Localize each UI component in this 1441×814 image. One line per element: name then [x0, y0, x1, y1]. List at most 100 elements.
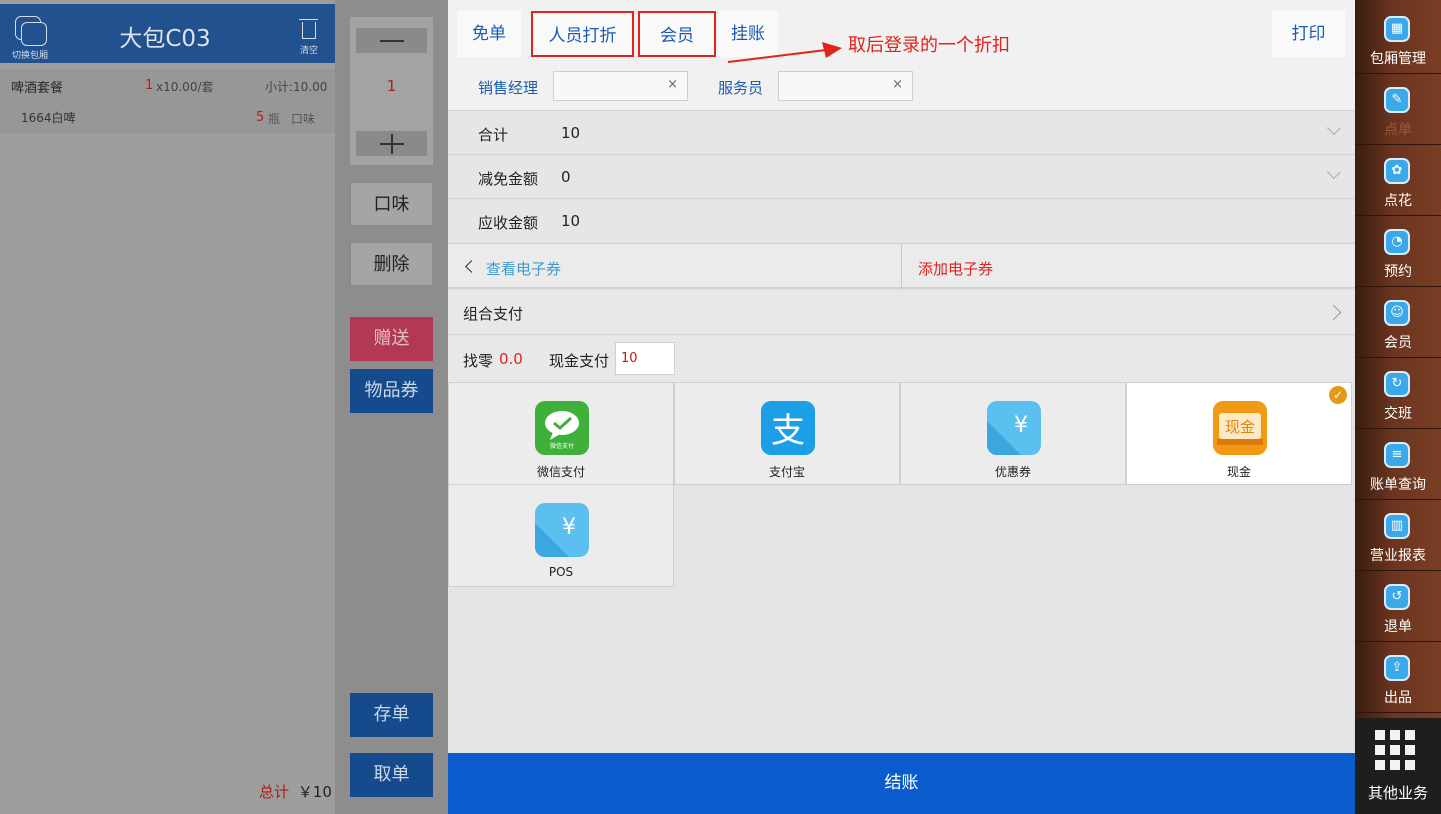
dialog-toolbar: 免单 人员打折 会员 挂账 打印 取后登录的一个折扣 销售经理 × 服务员 ×	[448, 0, 1355, 110]
take-order-button[interactable]: 取单	[350, 753, 433, 797]
order-item-name: 啤酒套餐	[11, 81, 64, 96]
pay-wechat-tile[interactable]: 微信支付 微信支付	[448, 382, 674, 485]
combined-pay-row[interactable]: 组合支付	[448, 291, 1355, 335]
clear-sales-manager-icon[interactable]: ×	[667, 77, 678, 92]
print-button[interactable]: 打印	[1272, 11, 1345, 57]
apps-grid-icon	[1375, 730, 1415, 770]
sidebar-item-shift[interactable]: ↻ 交班	[1355, 359, 1441, 429]
sidebar-item-dispatch[interactable]: ⇪ 出品	[1355, 643, 1441, 713]
sidebar-item-label: 点花	[1384, 193, 1412, 209]
pos-icon-text: ¥	[562, 515, 576, 540]
pay-pos-label: POS	[548, 565, 574, 579]
order-item-row[interactable]: 啤酒套餐 1 x10.00/套 小计:10.00	[0, 69, 335, 101]
checkout-button[interactable]: 结账	[448, 753, 1355, 814]
sidebar-item-label: 交班	[1384, 406, 1412, 422]
sidebar-item-room-management[interactable]: ▦ 包厢管理	[1355, 4, 1441, 74]
delete-button[interactable]: 删除	[350, 242, 433, 286]
discount-value: 0	[561, 168, 571, 186]
pay-coupon-label: 优惠券	[994, 465, 1031, 479]
sidebar-item-refund[interactable]: ↺ 退单	[1355, 572, 1441, 642]
order-total-label: 总计	[259, 783, 290, 801]
sales-manager-input[interactable]: ×	[553, 71, 688, 101]
plus-button[interactable]	[356, 131, 427, 156]
right-sidebar: ▦ 包厢管理 ✎ 点单 ✿ 点花 ◔ 预约 ☺ 会员 ↻ 交班 ≡ 账单查询 ▥…	[1355, 0, 1441, 814]
add-coupon-link[interactable]: 添加电子券	[918, 258, 993, 279]
chevron-right-icon	[1325, 304, 1342, 321]
free-order-tab[interactable]: 免单	[457, 11, 521, 57]
sidebar-item-other-business[interactable]: 其他业务	[1355, 718, 1441, 814]
sidebar-item-label: 出品	[1384, 690, 1412, 706]
minus-button[interactable]	[356, 28, 427, 53]
switch-room-button[interactable]: 切换包厢	[10, 16, 50, 61]
total-row[interactable]: 合计 10	[448, 110, 1355, 154]
bill-search-icon: ≡	[1384, 442, 1410, 468]
receivable-row: 应收金额 10	[448, 198, 1355, 242]
dispatch-icon: ⇪	[1384, 655, 1410, 681]
sidebar-item-reservation[interactable]: ◔ 预约	[1355, 217, 1441, 287]
quantity-stepper: 1	[350, 17, 433, 165]
order-panel: 切换包厢 大包C03 清空 啤酒套餐 1 x10.00/套 小计:10.00 1…	[0, 0, 335, 814]
sidebar-item-label: 退单	[1384, 619, 1412, 635]
waiter-label: 服务员	[718, 79, 764, 97]
staff-discount-tab[interactable]: 人员打折	[531, 11, 634, 57]
pay-alipay-tile[interactable]: 支 支付宝	[674, 382, 900, 485]
sales-manager-label: 销售经理	[478, 79, 539, 97]
report-icon: ▥	[1384, 513, 1410, 539]
order-item-subtotal: 小计:10.00	[265, 80, 328, 94]
sidebar-item-member[interactable]: ☺ 会员	[1355, 288, 1441, 358]
view-coupon-link[interactable]: 查看电子券	[486, 258, 561, 279]
order-item-unit-price: x10.00/套	[156, 80, 214, 94]
order-sub-item-name: 1664白啤	[21, 111, 76, 125]
sidebar-more-label: 其他业务	[1367, 784, 1428, 802]
switch-room-label: 切换包厢	[11, 51, 48, 61]
member-tab[interactable]: 会员	[638, 11, 716, 57]
change-value: 0.0	[499, 350, 523, 368]
divider	[901, 244, 902, 290]
sidebar-item-order[interactable]: ✎ 点单	[1355, 75, 1441, 145]
order-icon: ✎	[1384, 87, 1410, 113]
sidebar-item-label: 账单查询	[1370, 477, 1426, 493]
trash-icon	[299, 19, 318, 39]
discount-row[interactable]: 减免金额 0	[448, 154, 1355, 198]
sidebar-item-business-report[interactable]: ▥ 营业报表	[1355, 501, 1441, 571]
receivable-label: 应收金额	[478, 214, 539, 232]
total-label: 合计	[478, 126, 509, 144]
alipay-icon-text: 支	[771, 411, 805, 451]
alipay-icon: 支	[761, 401, 815, 455]
pay-coupon-tile[interactable]: ¥ 优惠券	[900, 382, 1126, 485]
item-voucher-button[interactable]: 物品券	[350, 369, 433, 413]
action-column: 1 口味 删除 赠送 物品券 存单 取单	[335, 0, 448, 814]
coupon-icon: ¥	[987, 401, 1041, 455]
waiter-input[interactable]: ×	[778, 71, 913, 101]
sidebar-item-label: 包厢管理	[1370, 51, 1426, 67]
order-item-qty: 1	[145, 78, 154, 93]
grid-icon: ▦	[1384, 16, 1410, 42]
pay-cash-tile[interactable]: 现金 现金 ✓	[1126, 382, 1352, 485]
pay-pos-tile[interactable]: ¥ POS	[448, 484, 674, 587]
coupon-row: 查看电子券 添加电子券	[448, 243, 1355, 290]
clear-button[interactable]: 清空	[292, 19, 326, 56]
refund-icon: ↺	[1384, 584, 1410, 610]
clear-waiter-icon[interactable]: ×	[892, 77, 903, 92]
order-sub-item-qty: 5	[256, 110, 265, 125]
order-sub-item-unit: 瓶	[268, 112, 281, 126]
order-sub-item-row[interactable]: 1664白啤 5 瓶 口味	[0, 101, 335, 133]
save-order-button[interactable]: 存单	[350, 693, 433, 737]
coupon-icon-text: ¥	[1014, 413, 1028, 438]
cash-icon-text: 现金	[1225, 418, 1255, 436]
pay-cash-label: 现金	[1226, 465, 1251, 479]
sidebar-item-flowers[interactable]: ✿ 点花	[1355, 146, 1441, 216]
sidebar-item-label: 营业报表	[1370, 548, 1426, 564]
clear-label: 清空	[299, 46, 318, 56]
cash-pay-input[interactable]: 10	[615, 342, 675, 375]
gift-button[interactable]: 赠送	[350, 317, 433, 361]
sidebar-item-bill-query[interactable]: ≡ 账单查询	[1355, 430, 1441, 500]
clock-icon: ◔	[1384, 229, 1410, 255]
taste-button[interactable]: 口味	[350, 182, 433, 226]
wechat-pay-icon: 微信支付	[535, 401, 589, 455]
order-total-value: ￥10	[297, 783, 332, 801]
payment-dialog: 免单 人员打折 会员 挂账 打印 取后登录的一个折扣 销售经理 × 服务员 × …	[448, 0, 1355, 814]
sidebar-item-label: 预约	[1384, 264, 1412, 280]
cash-icon: 现金	[1213, 401, 1267, 455]
order-total: 总计 ￥10	[259, 781, 332, 802]
